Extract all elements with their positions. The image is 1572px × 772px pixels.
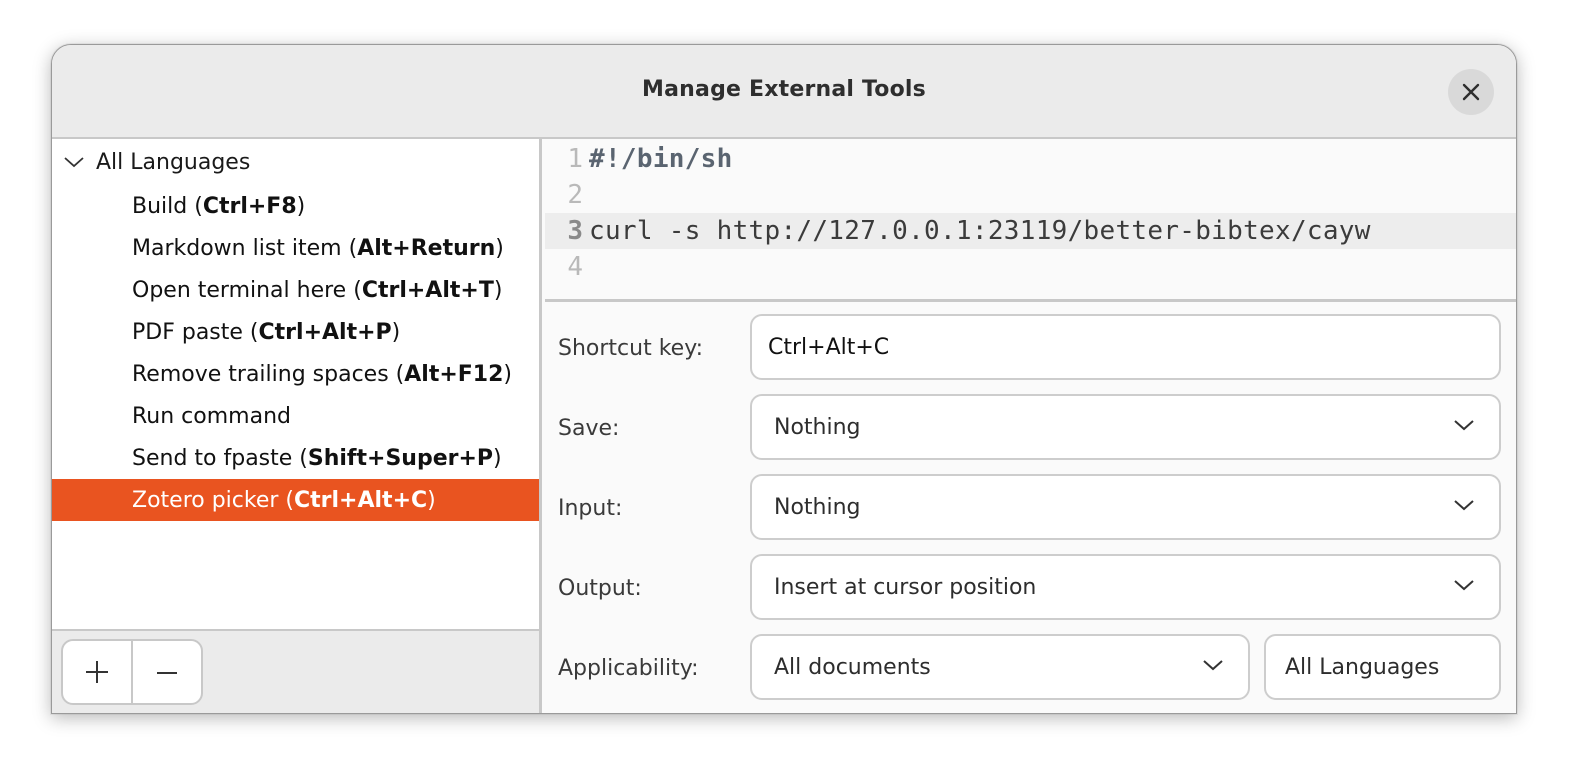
tree-root-all-languages[interactable]: All Languages xyxy=(52,143,539,181)
save-value: Nothing xyxy=(774,414,861,440)
tool-shortcut: (Shift+Super+P) xyxy=(292,445,502,471)
tool-shortcut: (Ctrl+Alt+T) xyxy=(346,277,503,303)
close-button[interactable] xyxy=(1448,69,1494,115)
tree-item[interactable]: Markdown list item (Alt+Return) xyxy=(52,227,539,269)
tools-list-pane: All Languages Build (Ctrl+F8) Markdown li… xyxy=(52,139,542,713)
tool-properties-form: Shortcut key: Ctrl+Alt+C Save: Nothing I… xyxy=(545,302,1516,713)
chevron-down-icon xyxy=(1454,500,1474,511)
tree-item[interactable]: Send to fpaste (Shift+Super+P) xyxy=(52,437,539,479)
add-remove-button-group xyxy=(61,639,203,705)
tool-name: Markdown list item xyxy=(132,235,342,261)
tool-name: Zotero picker xyxy=(132,487,279,513)
code-text: curl -s http://127.0.0.1:23119/better-bi… xyxy=(589,216,1371,246)
chevron-down-icon[interactable] xyxy=(52,156,96,168)
chevron-down-icon xyxy=(1203,660,1223,671)
tree-item[interactable]: PDF paste (Ctrl+Alt+P) xyxy=(52,311,539,353)
output-dropdown[interactable]: Insert at cursor position xyxy=(750,554,1501,620)
code-line[interactable]: 2 xyxy=(545,177,1516,213)
manage-external-tools-dialog: Manage External Tools All Languages Buil… xyxy=(51,44,1517,714)
tools-tree: All Languages Build (Ctrl+F8) Markdown li… xyxy=(52,139,539,629)
language-value: All Languages xyxy=(1285,654,1440,680)
input-label: Input: xyxy=(558,495,623,521)
output-label: Output: xyxy=(558,575,642,601)
tool-name: PDF paste xyxy=(132,319,243,345)
close-icon xyxy=(1462,83,1480,101)
shortcut-label: Shortcut key: xyxy=(558,335,704,361)
tree-item[interactable]: Zotero picker (Ctrl+Alt+C) xyxy=(52,479,539,521)
applicability-label: Applicability: xyxy=(558,655,699,681)
line-number: 1 xyxy=(567,144,583,174)
line-number: 2 xyxy=(567,180,583,210)
save-dropdown[interactable]: Nothing xyxy=(750,394,1501,460)
tree-root-label: All Languages xyxy=(96,149,251,175)
tool-shortcut: (Ctrl+Alt+C) xyxy=(278,487,436,513)
line-number: 3 xyxy=(567,216,583,246)
minus-icon xyxy=(157,672,177,674)
language-selector-button[interactable]: All Languages xyxy=(1264,634,1501,700)
save-label: Save: xyxy=(558,415,620,441)
add-tool-button[interactable] xyxy=(63,641,131,703)
code-line[interactable]: 4 xyxy=(545,249,1516,285)
tree-item[interactable]: Open terminal here (Ctrl+Alt+T) xyxy=(52,269,539,311)
applicability-dropdown[interactable]: All documents xyxy=(750,634,1250,700)
dialog-title: Manage External Tools xyxy=(642,77,926,102)
tool-name: Send to fpaste xyxy=(132,445,293,471)
code-line[interactable]: 3 curl -s http://127.0.0.1:23119/better-b… xyxy=(545,213,1516,249)
tree-item[interactable]: Run command xyxy=(52,395,539,437)
applicability-row: Applicability: All documents All Languag… xyxy=(545,634,1516,702)
tool-shortcut: (Alt+Return) xyxy=(341,235,504,261)
input-dropdown[interactable]: Nothing xyxy=(750,474,1501,540)
tool-name: Open terminal here xyxy=(132,277,347,303)
shortcut-row: Shortcut key: Ctrl+Alt+C xyxy=(545,314,1516,382)
plus-icon xyxy=(86,661,108,683)
code-text: #!/bin/sh xyxy=(589,144,733,174)
list-toolbar xyxy=(52,629,539,713)
input-value: Nothing xyxy=(774,494,861,520)
remove-tool-button[interactable] xyxy=(131,641,201,703)
applicability-value: All documents xyxy=(774,654,931,680)
shortcut-key-field[interactable]: Ctrl+Alt+C xyxy=(750,314,1501,380)
output-value: Insert at cursor position xyxy=(774,574,1037,600)
tool-shortcut: (Ctrl+Alt+P) xyxy=(242,319,401,345)
line-number: 4 xyxy=(567,252,583,282)
chevron-down-icon xyxy=(1454,420,1474,431)
tool-name: Build xyxy=(132,193,188,219)
tool-shortcut: (Alt+F12) xyxy=(388,361,513,387)
code-line[interactable]: 1 #!/bin/sh xyxy=(545,141,1516,177)
script-editor[interactable]: 1 #!/bin/sh 2 3 curl -s http://127.0.0.1:231… xyxy=(545,139,1516,302)
tree-item[interactable]: Remove trailing spaces (Alt+F12) xyxy=(52,353,539,395)
tool-name: Remove trailing spaces xyxy=(132,361,389,387)
tool-shortcut: (Ctrl+F8) xyxy=(187,193,306,219)
output-row: Output: Insert at cursor position xyxy=(545,554,1516,622)
input-row: Input: Nothing xyxy=(545,474,1516,542)
chevron-down-icon xyxy=(1454,580,1474,591)
title-bar: Manage External Tools xyxy=(52,45,1516,139)
tool-name: Run command xyxy=(132,403,291,429)
save-row: Save: Nothing xyxy=(545,394,1516,462)
tree-item[interactable]: Build (Ctrl+F8) xyxy=(52,185,539,227)
